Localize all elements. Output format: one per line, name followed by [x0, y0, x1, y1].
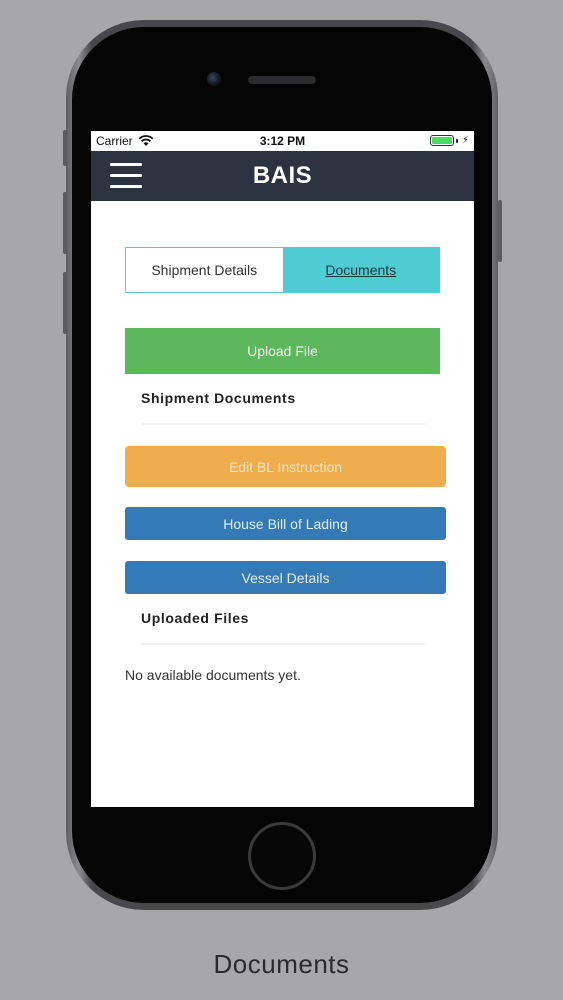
edit-bl-instruction-button[interactable]: Edit BL Instruction	[125, 446, 446, 487]
screenshot-caption: Documents	[213, 949, 350, 979]
house-bill-of-lading-button[interactable]: House Bill of Lading	[125, 507, 446, 540]
divider	[141, 423, 425, 425]
segment-tabs: Shipment Details Documents	[125, 247, 440, 293]
empty-documents-message: No available documents yet.	[125, 667, 301, 683]
tab-shipment-details[interactable]: Shipment Details	[126, 248, 283, 292]
earpiece-speaker	[248, 76, 316, 84]
volume-up-button	[63, 192, 67, 254]
home-button[interactable]	[248, 822, 316, 890]
volume-down-button	[63, 272, 67, 334]
app-header: BAIS	[91, 151, 474, 201]
app-title: BAIS	[252, 162, 313, 189]
divider	[141, 643, 425, 645]
charging-bolt-icon: ⚡	[461, 135, 469, 146]
power-button	[498, 200, 502, 262]
battery-indicator: ⚡	[429, 135, 469, 146]
front-camera	[207, 72, 221, 86]
mute-switch	[63, 130, 67, 166]
battery-icon	[429, 135, 454, 146]
status-time: 3:12 PM	[259, 134, 306, 148]
app-screen: Carrier 3:12 PM ⚡ BAIS Shipment Details …	[91, 131, 474, 807]
vessel-details-button[interactable]: Vessel Details	[125, 561, 446, 594]
tab-documents[interactable]: Documents	[282, 248, 439, 292]
shipment-documents-heading: Shipment Documents	[141, 390, 296, 406]
hamburger-menu-icon[interactable]	[110, 163, 142, 188]
uploaded-files-heading: Uploaded Files	[141, 610, 249, 626]
status-bar: Carrier 3:12 PM ⚡	[91, 131, 474, 151]
upload-file-button[interactable]: Upload File	[125, 328, 440, 374]
